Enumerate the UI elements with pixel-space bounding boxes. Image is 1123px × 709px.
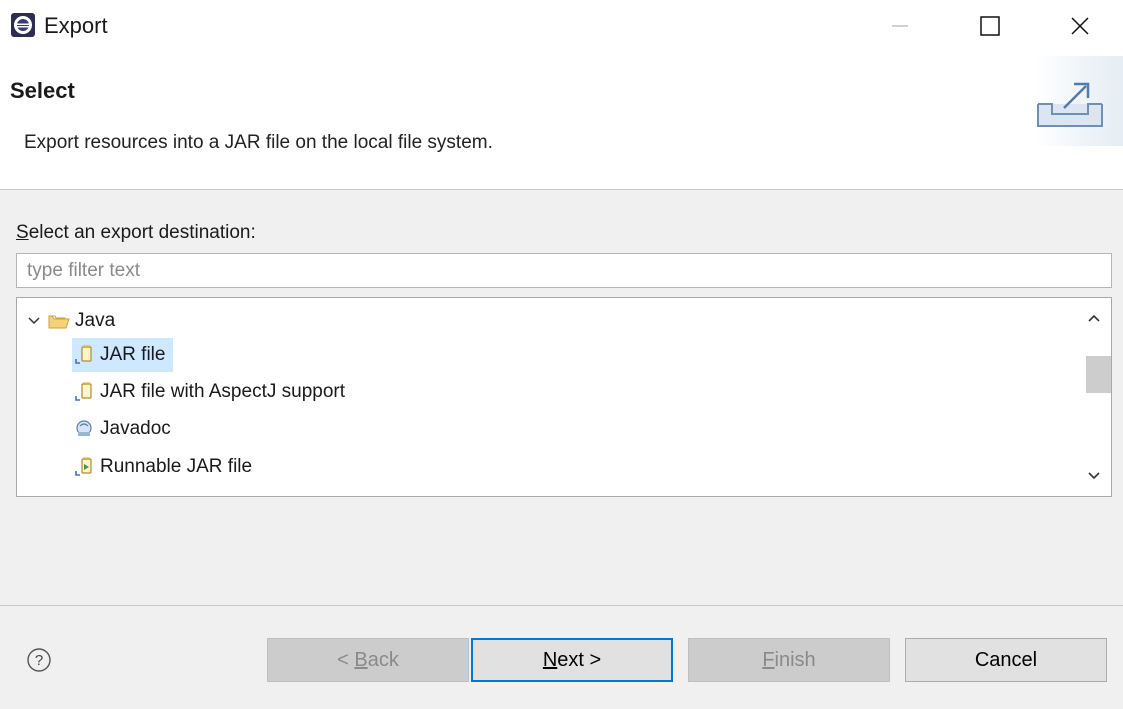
tree-item-javadoc[interactable]: Javadoc xyxy=(72,412,171,446)
javadoc-icon xyxy=(76,420,92,436)
next-button[interactable]: Next > xyxy=(471,638,673,682)
export-wizard-icon xyxy=(1037,82,1103,127)
back-button-prefix: < xyxy=(337,648,355,671)
scroll-thumb[interactable] xyxy=(1086,356,1111,393)
back-button-label: ack xyxy=(367,648,399,671)
destination-label: Select an export destination: xyxy=(16,222,256,244)
next-button-label: ext > xyxy=(557,648,602,671)
chevron-up-icon xyxy=(1088,314,1100,322)
finish-button[interactable]: Finish xyxy=(688,638,890,682)
maximize-icon xyxy=(980,16,1000,36)
tree-item-label: Runnable JAR file xyxy=(100,456,253,477)
finish-button-mnemonic: F xyxy=(762,648,775,671)
scroll-down-button[interactable] xyxy=(1077,464,1111,488)
next-button-mnemonic: N xyxy=(542,648,558,671)
tree-item-java[interactable]: Java xyxy=(25,304,115,338)
tree-item-label: JAR file with AspectJ support xyxy=(100,381,345,402)
tree-item-label: Java xyxy=(75,310,116,331)
tree-scrollbar[interactable] xyxy=(1077,298,1111,496)
page-description: Export resources into a JAR file on the … xyxy=(24,132,493,153)
maximize-button[interactable] xyxy=(960,6,1020,46)
back-button-mnemonic: B xyxy=(354,648,368,671)
folder-open-icon xyxy=(48,315,70,329)
eclipse-app-icon xyxy=(11,13,35,37)
wizard-header: Select Export resources into a JAR file … xyxy=(0,56,1123,190)
wizard-content: Select an export destination: Java JAR f… xyxy=(0,190,1123,605)
cancel-button[interactable]: Cancel xyxy=(905,638,1107,682)
wizard-footer: ? < Back Next > Finish Cancel xyxy=(0,606,1123,709)
tree-item-label: JAR file xyxy=(100,344,166,365)
minimize-button[interactable] xyxy=(870,6,930,46)
jar-icon xyxy=(75,345,92,364)
close-button[interactable] xyxy=(1050,6,1110,46)
close-icon xyxy=(1071,17,1089,35)
chevron-down-icon xyxy=(1088,472,1100,480)
scroll-up-button[interactable] xyxy=(1077,306,1111,330)
destination-label-mnemonic: S xyxy=(16,222,29,243)
export-destination-tree[interactable]: Java JAR file JAR file with AspectJ supp… xyxy=(16,297,1112,497)
tree-item-jar-file[interactable]: JAR file xyxy=(72,338,174,372)
svg-text:?: ? xyxy=(35,652,43,669)
destination-label-text: elect an export destination: xyxy=(28,222,256,243)
tree-item-jar-aspectj[interactable]: JAR file with AspectJ support xyxy=(72,375,345,409)
title-bar: Export xyxy=(0,0,1123,56)
back-button[interactable]: < Back xyxy=(267,638,469,682)
filter-input[interactable] xyxy=(16,253,1112,288)
runnable-jar-icon xyxy=(75,457,92,476)
chevron-down-icon[interactable] xyxy=(25,312,43,330)
page-title: Select xyxy=(10,78,75,103)
tree-item-runnable-jar[interactable]: Runnable JAR file xyxy=(72,450,252,484)
window-title: Export xyxy=(44,13,108,38)
jar-icon xyxy=(75,382,92,401)
finish-button-label: inish xyxy=(774,648,816,671)
minimize-icon xyxy=(892,25,908,27)
tree-item-label: Javadoc xyxy=(100,418,171,439)
help-icon[interactable]: ? xyxy=(26,647,52,673)
